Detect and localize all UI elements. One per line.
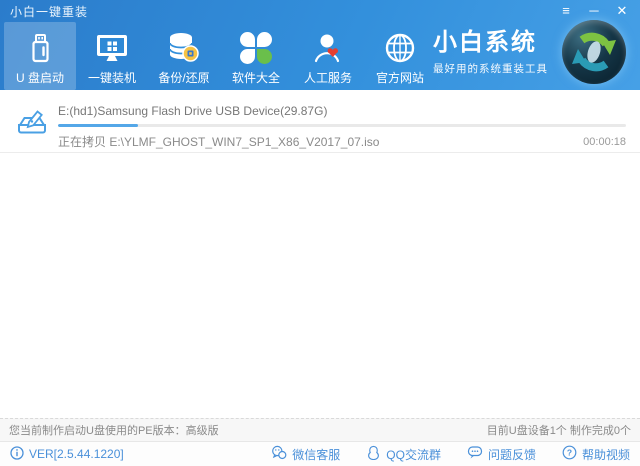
footer-link-label: 帮助视频 [582,446,630,463]
wechat-icon [271,445,287,463]
app-title: 小白一键重装 [10,3,88,20]
disk-write-icon [12,102,52,147]
titlebar: 小白一键重装 ≡ ─ ✕ [0,0,640,22]
device-status-text: 正在拷贝 E:\YLMF_GHOST_WIN7_SP1_X86_V2017_07… [58,133,379,150]
version-label: VER[2.5.44.1220] [29,447,124,461]
nav-item-usb-boot[interactable]: U 盘启动 [4,22,76,90]
clover-apps-icon [240,29,272,67]
header: 小白一键重装 ≡ ─ ✕ U 盘启动 [0,0,640,90]
help-circle-icon: ? [562,445,577,463]
progress-fill [58,124,138,127]
nav-item-backup-restore[interactable]: 备份/还原 [148,22,220,90]
wechat-service-link[interactable]: 微信客服 [271,445,340,463]
minimize-button[interactable]: ─ [582,2,606,20]
app-window: 小白一键重装 ≡ ─ ✕ U 盘启动 [0,0,640,466]
help-video-link[interactable]: ? 帮助视频 [562,445,630,463]
qq-group-link[interactable]: QQ交流群 [366,445,441,463]
svg-text:?: ? [567,448,572,458]
close-button[interactable]: ✕ [610,2,634,20]
device-info: E:(hd1)Samsung Flash Drive USB Device(29… [58,104,626,150]
brand-name: 小白系统 [433,30,548,56]
device-title: E:(hd1)Samsung Flash Drive USB Device(29… [58,104,626,118]
footer-link-label: QQ交流群 [386,446,441,463]
info-icon [10,446,24,463]
sync-arrows-sphere-logo [562,20,626,84]
footer-link-label: 微信客服 [292,446,340,463]
nav-item-support[interactable]: 人工服务 [292,22,364,90]
progress-bar [58,124,626,127]
footer-links: 微信客服 QQ交流群 [271,445,630,463]
usb-drive-icon [23,29,57,67]
feedback-bubble-icon [467,445,483,463]
nav-item-label: 一键装机 [88,69,136,86]
window-controls: ≡ ─ ✕ [554,2,634,20]
footer-link-label: 问题反馈 [488,446,536,463]
device-subrow: 正在拷贝 E:\YLMF_GHOST_WIN7_SP1_X86_V2017_07… [58,133,626,150]
menu-button[interactable]: ≡ [554,2,578,20]
status-bar: 您当前制作启动U盘使用的PE版本：高级版 目前U盘设备1个 制作完成0个 [0,418,640,441]
usb-device-row[interactable]: E:(hd1)Samsung Flash Drive USB Device(29… [0,90,640,153]
brand-block: 小白系统 最好用的系统重装工具 [433,30,548,76]
nav-item-website[interactable]: 官方网站 [364,22,436,90]
monitor-windows-icon [94,29,130,67]
feedback-link[interactable]: 问题反馈 [467,445,536,463]
nav-item-label: 软件大全 [232,69,280,86]
device-count-text: 目前U盘设备1个 制作完成0个 [487,422,631,438]
person-heart-icon [310,29,346,67]
nav-item-label: 官方网站 [376,69,424,86]
footer: VER[2.5.44.1220] 微信客服 [0,441,640,466]
nav-item-label: 人工服务 [304,69,352,86]
elapsed-time: 00:00:18 [583,136,626,148]
database-coin-icon [166,29,202,67]
qq-icon [366,445,381,463]
pe-version-text: 您当前制作启动U盘使用的PE版本：高级版 [9,422,219,438]
version-info[interactable]: VER[2.5.44.1220] [10,446,124,463]
nav-item-one-click-install[interactable]: 一键装机 [76,22,148,90]
nav-item-label: 备份/还原 [158,69,209,86]
nav-item-software[interactable]: 软件大全 [220,22,292,90]
brand-tagline: 最好用的系统重装工具 [433,61,548,76]
main-content: E:(hd1)Samsung Flash Drive USB Device(29… [0,90,640,418]
nav-item-label: U 盘启动 [16,69,64,86]
main-nav: U 盘启动 一键装机 [4,22,436,90]
globe-icon [382,29,418,67]
